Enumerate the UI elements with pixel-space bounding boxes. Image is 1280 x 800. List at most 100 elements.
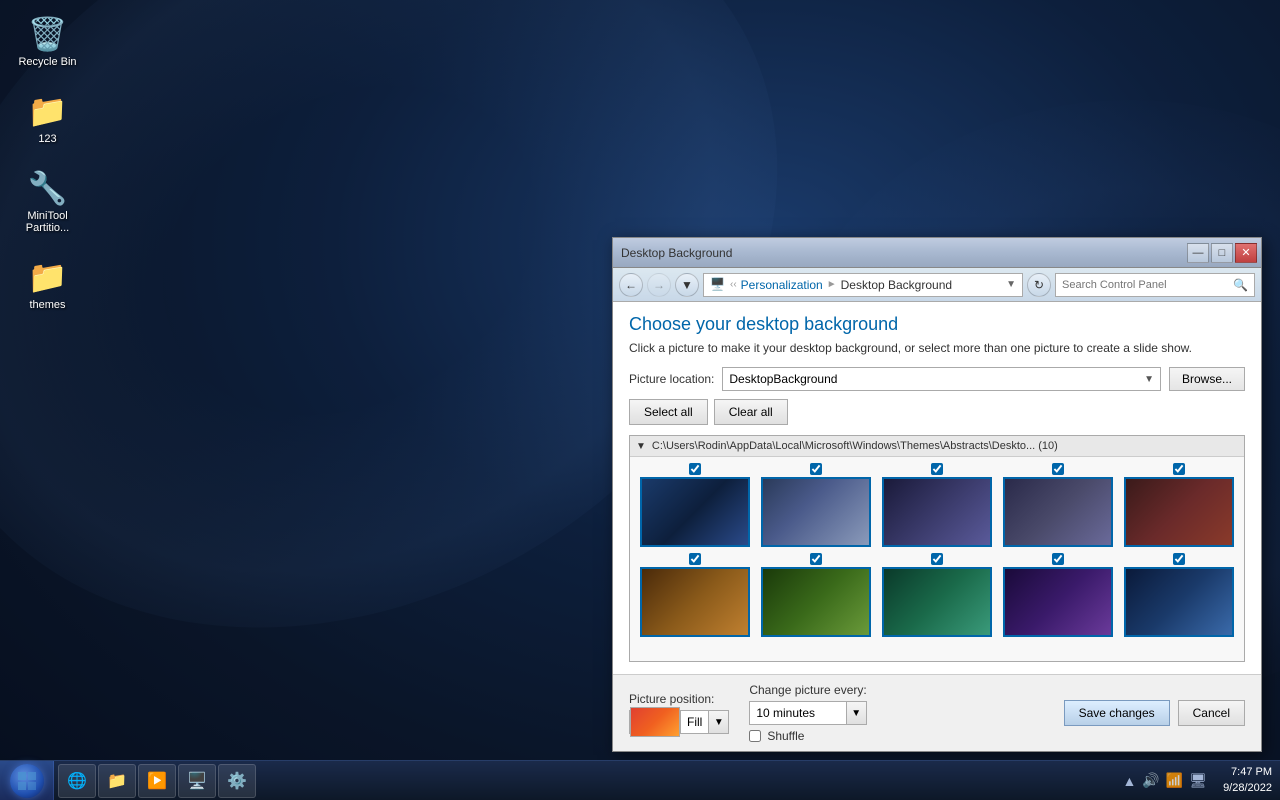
bottom-buttons: Save changes Cancel xyxy=(1064,700,1245,726)
taskbar-network-button[interactable]: 🖥️ xyxy=(178,764,216,798)
image-checkbox-1[interactable] xyxy=(689,463,701,475)
change-every-arrow-icon[interactable]: ▼ xyxy=(846,702,866,724)
media-icon: ▶️ xyxy=(147,771,167,791)
minitool-label: MiniTool Partitio... xyxy=(14,210,81,234)
image-thumb-2[interactable] xyxy=(761,477,871,547)
image-checkbox-3[interactable] xyxy=(931,463,943,475)
select-all-button[interactable]: Select all xyxy=(629,399,708,425)
shuffle-label: Shuffle xyxy=(767,729,804,743)
main-content: Choose your desktop background Click a p… xyxy=(613,302,1261,674)
desktop: 🗑️ Recycle Bin 📁 123 🔧 MiniTool Partitio… xyxy=(0,0,1280,800)
image-thumb-1[interactable] xyxy=(640,477,750,547)
picture-position-label: Picture position: xyxy=(629,692,729,706)
save-changes-button[interactable]: Save changes xyxy=(1064,700,1170,726)
clear-all-button[interactable]: Clear all xyxy=(714,399,788,425)
maximize-button[interactable]: □ xyxy=(1211,243,1233,263)
taskbar-control-button[interactable]: ⚙️ xyxy=(218,764,256,798)
picture-location-select[interactable]: DesktopBackground ▼ xyxy=(722,367,1161,391)
search-icon[interactable]: 🔍 xyxy=(1233,278,1248,292)
image-item-2 xyxy=(757,463,874,547)
image-thumb-3[interactable] xyxy=(882,477,992,547)
clock-date: 9/28/2022 xyxy=(1223,781,1272,796)
address-bar: 🖥️ ‹‹ Personalization ► Desktop Backgrou… xyxy=(703,273,1023,297)
minitool-icon[interactable]: 🔧 MiniTool Partitio... xyxy=(10,164,85,238)
image-thumb-7[interactable] xyxy=(761,567,871,637)
path-text: C:\Users\Rodin\AppData\Local\Microsoft\W… xyxy=(652,440,1058,452)
close-button[interactable]: ✕ xyxy=(1235,243,1257,263)
picture-position-select: Fill ▼ xyxy=(629,710,729,734)
recent-button[interactable]: ▼ xyxy=(675,273,699,297)
address-sep-1: ‹‹ xyxy=(730,279,737,290)
taskbar-pinned-items: 🌐 📁 ▶️ 🖥️ ⚙️ xyxy=(54,764,1115,798)
picture-location-arrow-icon: ▼ xyxy=(1144,374,1154,385)
address-chevron[interactable]: ▼ xyxy=(1006,279,1016,290)
address-personalization[interactable]: Personalization xyxy=(741,278,823,292)
control-icon: ⚙️ xyxy=(227,771,247,791)
taskbar-clock[interactable]: 7:47 PM 9/28/2022 xyxy=(1215,765,1280,796)
image-thumb-8[interactable] xyxy=(882,567,992,637)
image-checkbox-8[interactable] xyxy=(931,553,943,565)
refresh-button[interactable]: ↻ xyxy=(1027,273,1051,297)
network-status-icon[interactable]: 📶 xyxy=(1166,772,1183,789)
recycle-bin-icon[interactable]: 🗑️ Recycle Bin xyxy=(10,10,85,72)
address-sep-2: ► xyxy=(827,279,837,290)
volume-icon[interactable]: 🔊 xyxy=(1142,772,1159,789)
image-thumb-4[interactable] xyxy=(1003,477,1113,547)
search-input[interactable] xyxy=(1062,279,1229,291)
folder-123-image: 📁 xyxy=(28,91,68,131)
taskbar-media-button[interactable]: ▶️ xyxy=(138,764,176,798)
page-description: Click a picture to make it your desktop … xyxy=(629,341,1245,355)
position-preview-thumb xyxy=(630,707,680,737)
image-item-10 xyxy=(1121,553,1238,637)
shuffle-checkbox[interactable] xyxy=(749,730,761,742)
forward-button[interactable]: → xyxy=(647,273,671,297)
expand-arrow-icon[interactable]: ▼ xyxy=(636,441,646,452)
picture-position-group: Picture position: Fill ▼ xyxy=(629,692,729,734)
cancel-button[interactable]: Cancel xyxy=(1178,700,1245,726)
change-every-label: Change picture every: xyxy=(749,683,866,697)
address-desktop-background: Desktop Background xyxy=(841,278,952,292)
search-box: 🔍 xyxy=(1055,273,1255,297)
display-icon[interactable]: 🖥 xyxy=(1189,772,1207,789)
themes-folder-icon[interactable]: 📁 themes xyxy=(10,253,85,315)
image-thumb-10[interactable] xyxy=(1124,567,1234,637)
image-checkbox-10[interactable] xyxy=(1173,553,1185,565)
taskbar: 🌐 📁 ▶️ 🖥️ ⚙️ ▲ 🔊 📶 🖥 7:47 PM 9/28/2022 xyxy=(0,760,1280,800)
taskbar-ie-button[interactable]: 🌐 xyxy=(58,764,96,798)
image-checkbox-5[interactable] xyxy=(1173,463,1185,475)
change-every-value: 10 minutes xyxy=(750,706,845,720)
picture-location-value: DesktopBackground xyxy=(729,372,1144,386)
windows-logo-icon xyxy=(17,771,37,791)
image-thumb-5[interactable] xyxy=(1124,477,1234,547)
image-checkbox-4[interactable] xyxy=(1052,463,1064,475)
image-thumb-9[interactable] xyxy=(1003,567,1113,637)
browse-button[interactable]: Browse... xyxy=(1169,367,1245,391)
folder-123-icon[interactable]: 📁 123 xyxy=(10,87,85,149)
position-select-text: Fill xyxy=(680,711,708,733)
address-icon: 🖥️ xyxy=(710,277,726,293)
image-checkbox-6[interactable] xyxy=(689,553,701,565)
title-bar-label: Desktop Background xyxy=(617,246,732,260)
image-checkbox-2[interactable] xyxy=(810,463,822,475)
shuffle-row: Shuffle xyxy=(749,729,866,743)
minimize-button[interactable]: — xyxy=(1187,243,1209,263)
image-checkbox-9[interactable] xyxy=(1052,553,1064,565)
select-clear-row: Select all Clear all xyxy=(629,399,1245,425)
start-button[interactable] xyxy=(0,761,54,800)
back-button[interactable]: ← xyxy=(619,273,643,297)
ie-icon: 🌐 xyxy=(67,771,87,791)
themes-folder-label: themes xyxy=(29,299,65,311)
taskbar-explorer-button[interactable]: 📁 xyxy=(98,764,136,798)
arrow-up-icon[interactable]: ▲ xyxy=(1123,773,1137,789)
position-dropdown-arrow-icon[interactable]: ▼ xyxy=(708,711,728,733)
image-thumb-6[interactable] xyxy=(640,567,750,637)
image-item-9 xyxy=(1000,553,1117,637)
image-checkbox-7[interactable] xyxy=(810,553,822,565)
recycle-bin-image: 🗑️ xyxy=(28,14,68,54)
change-every-group: Change picture every: 10 minutes ▼ Shuff… xyxy=(749,683,866,743)
position-value: Fill xyxy=(687,715,702,729)
page-title: Choose your desktop background xyxy=(629,314,1245,335)
change-every-select: 10 minutes ▼ xyxy=(749,701,866,725)
recycle-bin-label: Recycle Bin xyxy=(18,56,76,68)
image-grid-container: ▼ C:\Users\Rodin\AppData\Local\Microsoft… xyxy=(629,435,1245,662)
